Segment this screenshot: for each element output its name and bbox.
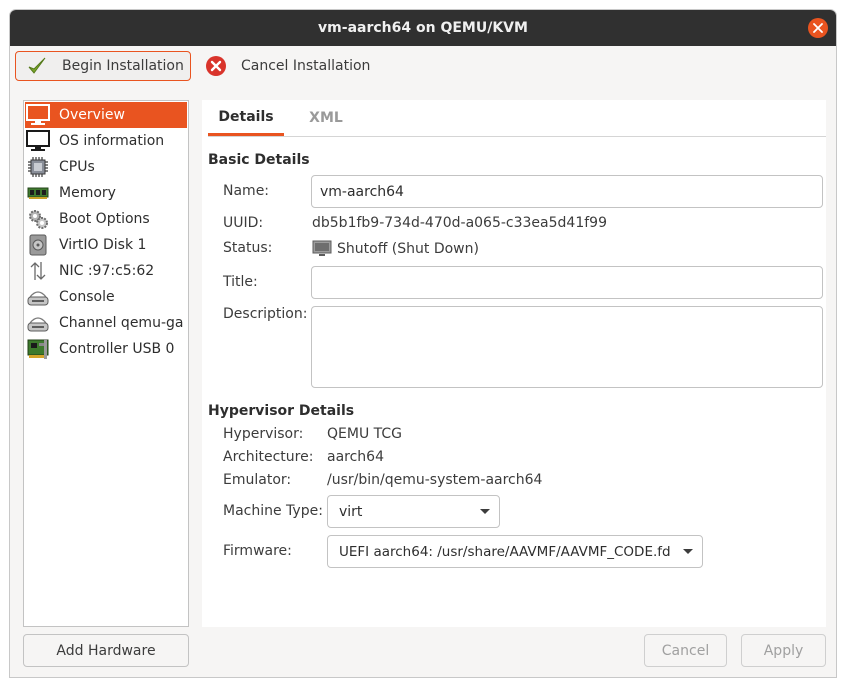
sidebar-item-label: Boot Options: [59, 211, 150, 227]
apply-button[interactable]: Apply: [741, 634, 826, 667]
sidebar-item-label: Controller USB 0: [59, 341, 175, 357]
title-field[interactable]: [311, 266, 823, 299]
hypervisor-label: Hypervisor:: [223, 426, 304, 442]
begin-installation-label: Begin Installation: [62, 58, 184, 74]
tab-xml-label: XML: [309, 110, 343, 126]
sidebar-item-label: Memory: [59, 185, 116, 201]
close-icon: [813, 23, 823, 33]
sidebar-item-controller-usb-0[interactable]: Controller USB 0: [25, 336, 187, 362]
shutoff-monitor-icon: [312, 240, 332, 256]
uuid-label: UUID:: [223, 215, 264, 231]
cancel-circle-icon: [206, 56, 226, 76]
sidebar-item-label: Overview: [59, 107, 125, 123]
disk-icon: [26, 234, 50, 256]
tab-details[interactable]: Details: [208, 100, 284, 136]
apply-button-label: Apply: [763, 642, 804, 659]
close-window-button[interactable]: [808, 18, 828, 38]
name-label: Name:: [223, 183, 270, 199]
status-value: Shutoff (Shut Down): [337, 241, 479, 257]
title-label: Title:: [223, 274, 258, 290]
cpu-chip-icon: [26, 156, 50, 178]
pci-card-icon: [26, 338, 50, 360]
checkmark-icon: [28, 57, 46, 74]
status-label: Status:: [223, 240, 273, 256]
app-window: vm-aarch64 on QEMU/KVM Begin Installatio…: [9, 9, 837, 678]
cancel-installation-button[interactable]: Cancel Installation: [203, 51, 383, 81]
name-field[interactable]: vm-aarch64: [311, 175, 823, 208]
sidebar-item-nic[interactable]: NIC :97:c5:62: [25, 258, 187, 284]
machine-type-label: Machine Type:: [223, 503, 323, 519]
sidebar-item-label: NIC :97:c5:62: [59, 263, 155, 279]
add-hardware-button[interactable]: Add Hardware: [23, 634, 189, 667]
sidebar-item-label: Channel qemu-ga: [59, 315, 184, 331]
tab-details-label: Details: [218, 108, 274, 125]
sidebar-item-virtio-disk-1[interactable]: VirtIO Disk 1: [25, 232, 187, 258]
serial-device-icon: [26, 312, 50, 334]
uuid-value: db5b1fb9-734d-470d-a065-c33ea5d41f99: [312, 215, 607, 231]
description-textarea[interactable]: [311, 306, 823, 388]
firmware-value: UEFI aarch64: /usr/share/AAVMF/AAVMF_COD…: [339, 543, 671, 560]
sidebar-item-label: VirtIO Disk 1: [59, 237, 147, 253]
begin-installation-button[interactable]: Begin Installation: [15, 51, 191, 81]
monitor-icon: [26, 130, 50, 152]
add-hardware-label: Add Hardware: [56, 642, 156, 659]
basic-details-heading: Basic Details: [208, 152, 310, 168]
tab-bar: Details XML: [208, 100, 826, 137]
sidebar-item-os-information[interactable]: OS information: [25, 128, 187, 154]
firmware-dropdown[interactable]: UEFI aarch64: /usr/share/AAVMF/AAVMF_COD…: [327, 535, 703, 568]
cancel-installation-label: Cancel Installation: [241, 58, 371, 74]
cancel-button-label: Cancel: [661, 642, 710, 659]
tab-xml[interactable]: XML: [296, 100, 356, 136]
description-label: Description:: [223, 306, 308, 322]
chevron-down-icon: [683, 549, 693, 554]
window-title: vm-aarch64 on QEMU/KVM: [318, 20, 528, 36]
status-value-group: Shutoff (Shut Down): [312, 240, 479, 258]
emulator-label: Emulator:: [223, 472, 292, 488]
name-field-value: vm-aarch64: [320, 183, 404, 200]
machine-type-value: virt: [339, 503, 363, 520]
title-bar: vm-aarch64 on QEMU/KVM: [10, 10, 836, 46]
emulator-value: /usr/bin/qemu-system-aarch64: [327, 472, 543, 488]
hypervisor-details-heading: Hypervisor Details: [208, 403, 355, 419]
architecture-value: aarch64: [327, 449, 384, 465]
serial-device-icon: [26, 286, 50, 308]
architecture-label: Architecture:: [223, 449, 314, 465]
sidebar-item-label: CPUs: [59, 159, 95, 175]
sidebar-item-channel-qemu-ga[interactable]: Channel qemu-ga: [25, 310, 187, 336]
monitor-icon: [26, 104, 50, 126]
chevron-down-icon: [480, 509, 490, 514]
sidebar-item-label: Console: [59, 289, 115, 305]
details-panel: Details XML Basic Details Name: vm-aarch…: [202, 100, 826, 627]
hypervisor-value: QEMU TCG: [327, 426, 402, 442]
machine-type-dropdown[interactable]: virt: [327, 495, 500, 528]
sidebar-item-overview[interactable]: Overview: [25, 102, 187, 128]
sidebar-item-boot-options[interactable]: Boot Options: [25, 206, 187, 232]
hardware-list: Overview OS information CPUs Memory Boot…: [23, 100, 189, 627]
memory-module-icon: [26, 182, 50, 204]
sidebar-item-cpus[interactable]: CPUs: [25, 154, 187, 180]
sidebar-item-console[interactable]: Console: [25, 284, 187, 310]
cancel-button[interactable]: Cancel: [644, 634, 727, 667]
gears-icon: [26, 208, 50, 230]
firmware-label: Firmware:: [223, 543, 292, 559]
network-arrows-icon: [26, 260, 50, 282]
sidebar-item-label: OS information: [59, 133, 165, 149]
sidebar-item-memory[interactable]: Memory: [25, 180, 187, 206]
